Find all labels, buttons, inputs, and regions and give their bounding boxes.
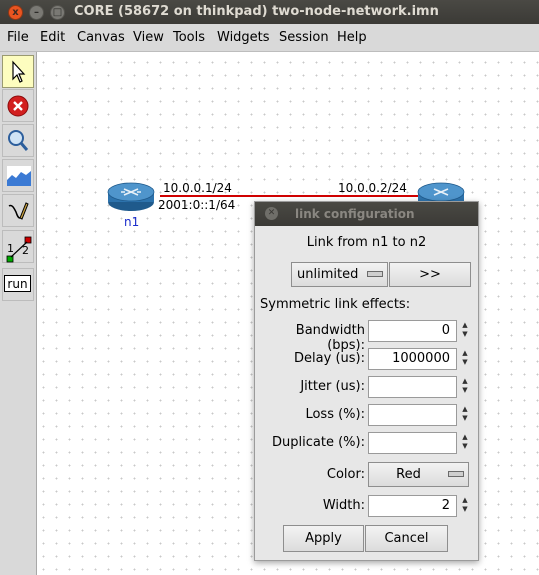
preset-dropdown[interactable]: unlimited [291, 262, 388, 287]
pen-icon [8, 202, 29, 220]
dialog-close-button[interactable]: ✕ [265, 207, 278, 220]
dropdown-indicator-icon [367, 271, 383, 277]
duplicate-input[interactable] [368, 432, 457, 454]
window-maximize-button[interactable]: □ [50, 5, 65, 20]
window-titlebar[interactable]: x – □ CORE (58672 on thinkpad) two-node-… [0, 0, 539, 24]
magnifier-icon [8, 130, 29, 151]
apply-button[interactable]: Apply [283, 525, 364, 552]
marker-tool-button[interactable] [2, 194, 34, 227]
menu-help[interactable]: Help [337, 30, 367, 45]
two-node-label-2: 2 [22, 244, 29, 257]
color-value: Red [396, 467, 421, 482]
duplicate-spinner[interactable]: ▲ ▼ [460, 433, 470, 451]
color-dropdown[interactable]: Red [368, 462, 469, 487]
window-title: CORE (58672 on thinkpad) two-node-networ… [74, 4, 439, 19]
run-icon: run [4, 275, 31, 292]
jitter-spinner[interactable]: ▲ ▼ [460, 377, 470, 395]
window-minimize-button[interactable]: – [29, 5, 44, 20]
preset-value: unlimited [297, 267, 359, 282]
n1-ipv6-label: 2001:0::1/64 [158, 198, 236, 212]
delay-input[interactable]: 1000000 [368, 348, 457, 370]
stop-tool-button[interactable] [2, 89, 34, 122]
dialog-title: link configuration [295, 207, 415, 221]
jitter-input[interactable] [368, 376, 457, 398]
menu-canvas[interactable]: Canvas [77, 30, 125, 45]
bandwidth-label: Bandwidth (bps): [295, 323, 365, 353]
router-n1-icon[interactable] [107, 180, 155, 212]
n2-ipv4-label: 10.0.0.2/24 [338, 181, 407, 195]
n1-ipv4-label: 10.0.0.1/24 [163, 181, 232, 195]
color-label: Color: [326, 467, 365, 482]
loss-label: Loss (%): [305, 407, 365, 422]
dialog-header: Link from n1 to n2 [306, 235, 427, 250]
duplicate-label: Duplicate (%): [272, 435, 365, 450]
menu-edit[interactable]: Edit [40, 30, 65, 45]
menu-session[interactable]: Session [279, 30, 329, 45]
width-spinner[interactable]: ▲ ▼ [460, 496, 470, 514]
jitter-label: Jitter (us): [300, 379, 365, 394]
loss-spinner[interactable]: ▲ ▼ [460, 405, 470, 423]
menu-tools[interactable]: Tools [173, 30, 205, 45]
delay-label: Delay (us): [294, 351, 365, 366]
two-node-icon: 1 2 [6, 236, 32, 263]
node-label-n1[interactable]: n1 [124, 215, 139, 229]
advance-button[interactable]: >> [389, 262, 471, 287]
loss-input[interactable] [368, 404, 457, 426]
cancel-button[interactable]: Cancel [365, 525, 448, 552]
menu-widgets[interactable]: Widgets [217, 30, 270, 45]
plot-tool-button[interactable] [2, 159, 34, 192]
dialog-titlebar[interactable]: ✕ link configuration [255, 202, 478, 226]
observer-tool-button[interactable] [2, 124, 34, 157]
dropdown-indicator-icon [448, 471, 464, 477]
link-configuration-dialog: ✕ link configuration Link from n1 to n2 … [254, 201, 479, 561]
run-tool-button[interactable]: run [2, 268, 34, 301]
menu-view[interactable]: View [133, 30, 164, 45]
bandwidth-input[interactable]: 0 [368, 320, 457, 342]
stop-icon [7, 95, 29, 117]
window-close-button[interactable]: x [8, 5, 23, 20]
delay-spinner[interactable]: ▲ ▼ [460, 349, 470, 367]
run-label: run [7, 277, 28, 291]
arrow-cursor-icon [12, 60, 26, 83]
menu-bar: File Edit Canvas View Tools Widgets Sess… [0, 24, 539, 52]
graph-icon [7, 166, 31, 186]
bandwidth-spinner[interactable]: ▲ ▼ [460, 321, 470, 339]
width-label: Width: [322, 498, 365, 513]
section-label: Symmetric link effects: [260, 297, 411, 312]
width-input[interactable]: 2 [368, 495, 457, 517]
network-link[interactable] [160, 195, 460, 197]
two-node-label-1: 1 [7, 242, 14, 255]
toolbar: 1 2 run [0, 52, 37, 575]
select-tool-button[interactable] [2, 55, 34, 88]
two-node-tool-button[interactable]: 1 2 [2, 230, 34, 263]
menu-file[interactable]: File [7, 30, 29, 45]
